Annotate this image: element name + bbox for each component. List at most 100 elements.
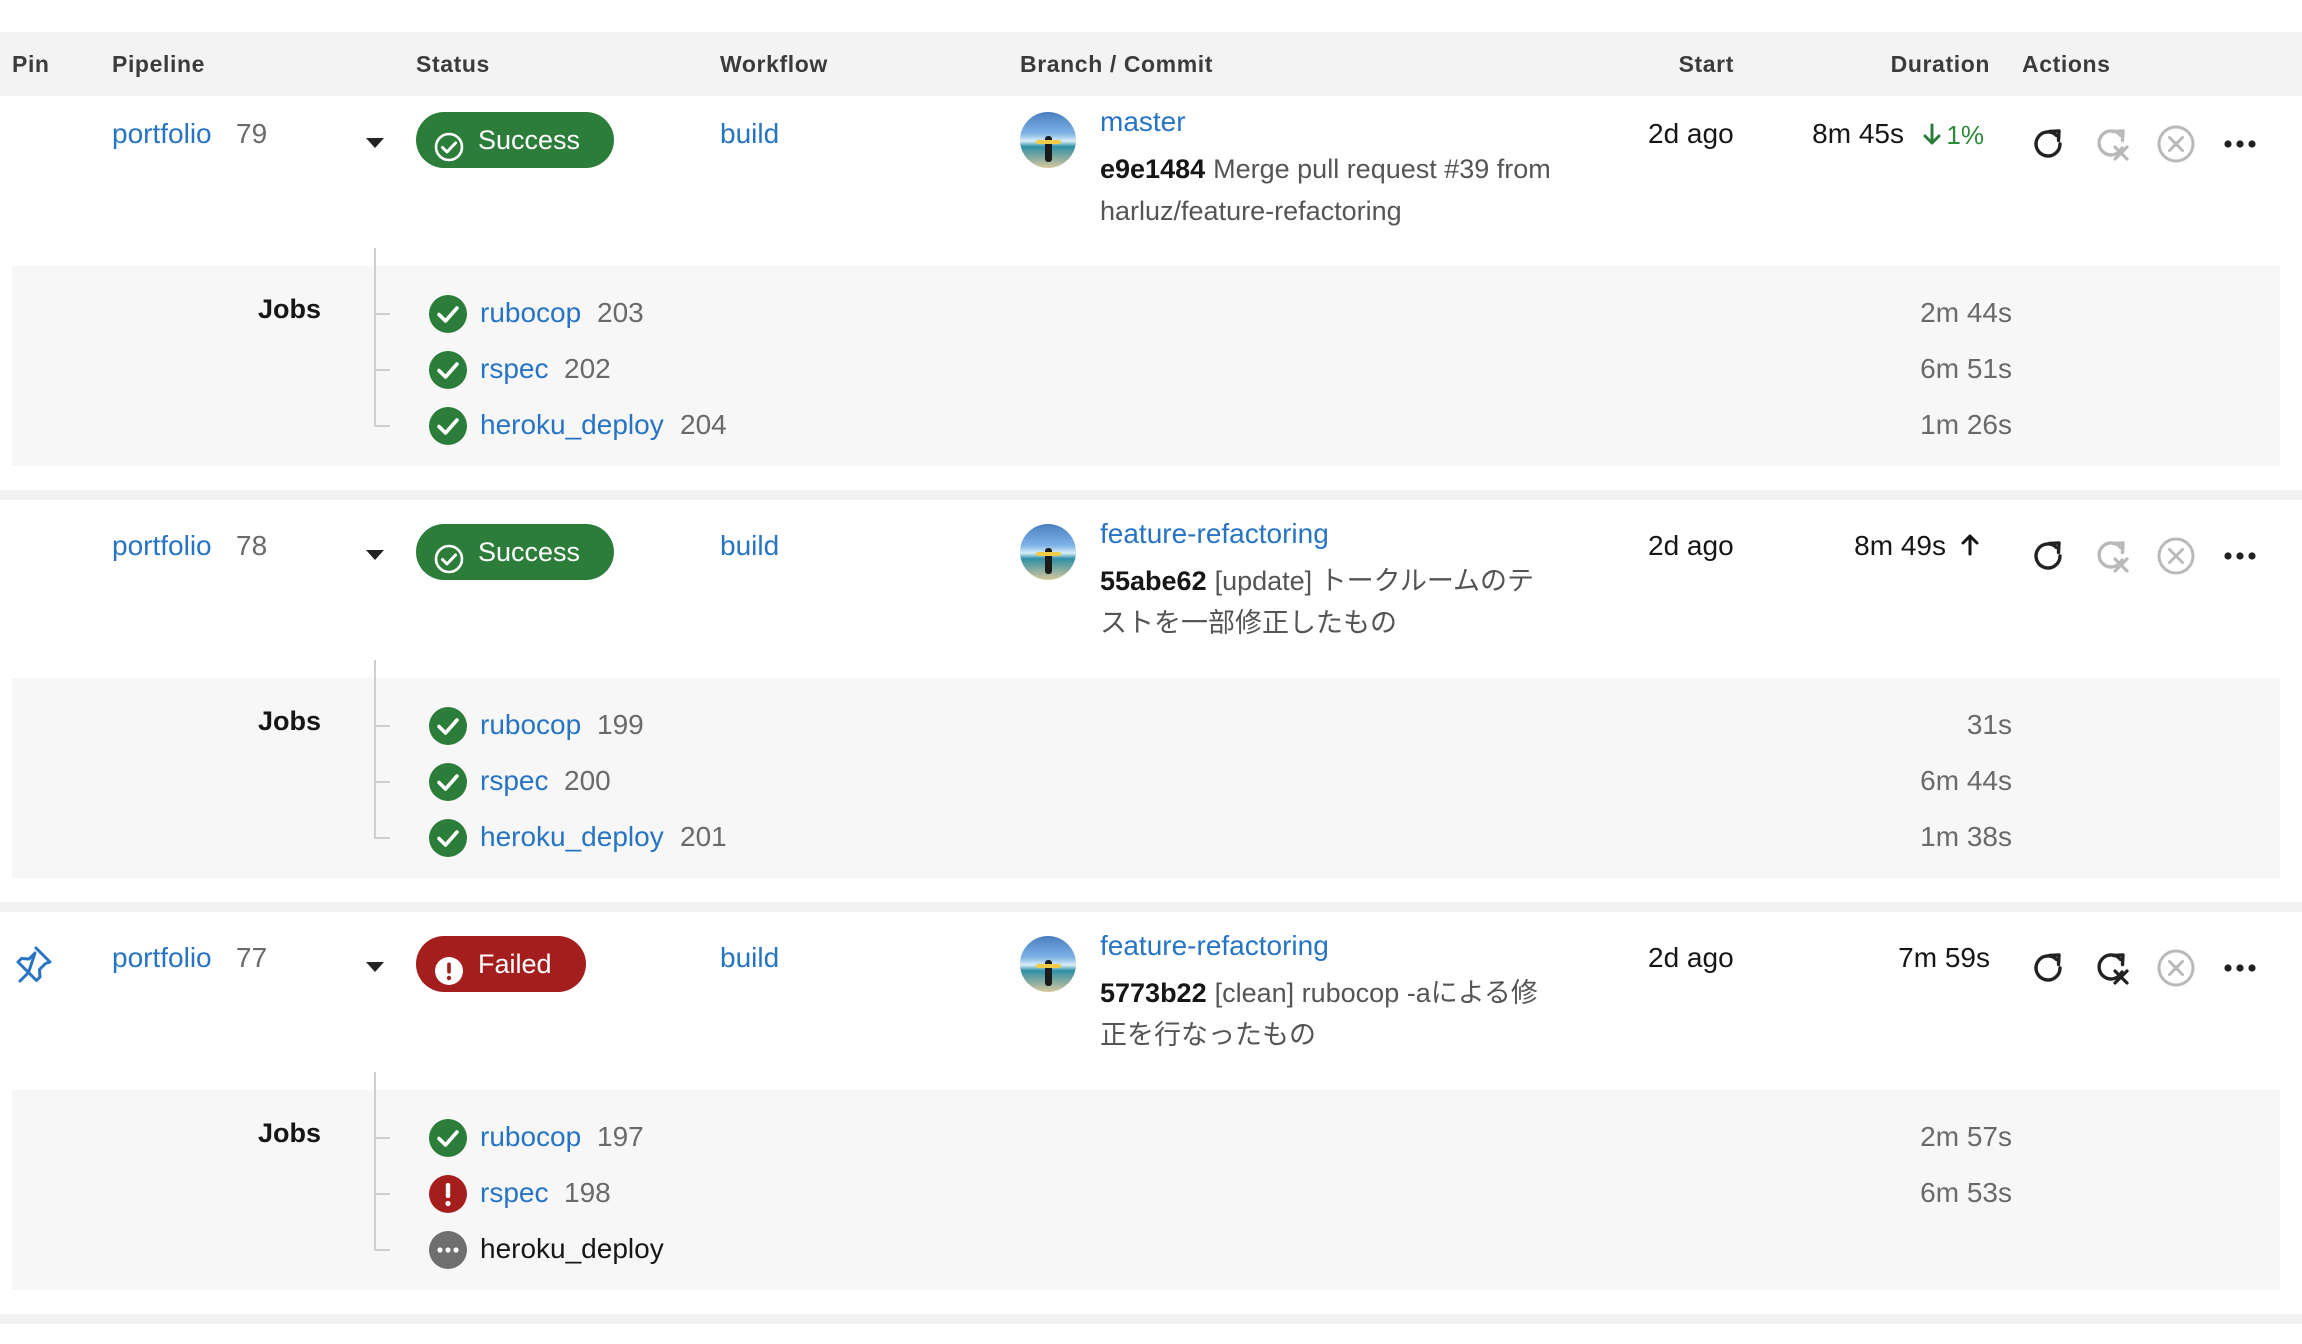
branch-link[interactable]: feature-refactoring (1100, 518, 1329, 550)
avatar (1020, 112, 1076, 168)
job-tree-branch (374, 781, 390, 783)
status-label: Success (478, 125, 581, 155)
cancel-icon[interactable] (2154, 534, 2198, 578)
job-name[interactable]: rubocop (480, 1121, 581, 1153)
check-circle-icon (428, 1118, 468, 1158)
more-icon[interactable] (2218, 534, 2262, 578)
pipeline-project-link[interactable]: portfolio (112, 942, 212, 974)
row-divider (0, 902, 2302, 912)
more-icon[interactable] (2218, 946, 2262, 990)
duration-change: 1% (1922, 120, 1984, 154)
branch-link[interactable]: master (1100, 106, 1186, 138)
not-run-icon (428, 1230, 468, 1270)
pipeline-project-link[interactable]: portfolio (112, 530, 212, 562)
duration: 8m 49s (1854, 530, 1946, 561)
pipeline-summary: portfolio 78 Success build feature-refactori… (0, 508, 2302, 678)
start-time: 2d ago (1648, 942, 1734, 973)
cancel-icon[interactable] (2154, 946, 2198, 990)
job-duration: 6m 51s (1920, 353, 2012, 384)
job-number: 200 (564, 765, 611, 796)
workflow-link[interactable]: build (720, 942, 779, 974)
job-number: 201 (680, 821, 727, 852)
job-tree-branch (374, 1249, 390, 1251)
jobs-panel: Jobs rubocop 199 31s rspec 200 6m 44s heroku_de… (12, 660, 2280, 878)
rerun-icon[interactable] (2026, 122, 2070, 166)
table-header: Pin Pipeline Status Workflow Branch / Co… (0, 32, 2302, 97)
more-icon[interactable] (2218, 122, 2262, 166)
job-name[interactable]: heroku_deploy (480, 821, 664, 853)
chevron-down-icon[interactable] (366, 550, 384, 560)
commit-sha[interactable]: e9e1484 (1100, 154, 1205, 184)
start-time: 2d ago (1648, 118, 1734, 149)
commit-sha[interactable]: 5773b22 (1100, 978, 1207, 1008)
job-number: 197 (597, 1121, 644, 1152)
arrow-down-icon (1922, 123, 1942, 154)
header-status: Status (416, 51, 490, 77)
job-name[interactable]: rubocop (480, 297, 581, 329)
pipeline-project-link[interactable]: portfolio (112, 118, 212, 150)
commit-sha[interactable]: 55abe62 (1100, 566, 1207, 596)
header-workflow: Workflow (720, 51, 828, 77)
job-tree-branch (374, 725, 390, 727)
header-branch-commit: Branch / Commit (1020, 51, 1214, 77)
job-name[interactable]: rspec (480, 765, 548, 797)
job-duration: 2m 44s (1920, 297, 2012, 328)
cancel-icon[interactable] (2154, 122, 2198, 166)
job-name: heroku_deploy (480, 1233, 664, 1264)
job-duration: 6m 44s (1920, 765, 2012, 796)
job-tree-branch (374, 313, 390, 315)
pipelines-page: Pin Pipeline Status Workflow Branch / Co… (0, 0, 2302, 1344)
workflow-link[interactable]: build (720, 118, 779, 150)
alert-circle-icon (428, 1174, 468, 1214)
header-pipeline: Pipeline (112, 51, 205, 77)
row-divider (0, 490, 2302, 500)
chevron-down-icon[interactable] (366, 138, 384, 148)
status-badge[interactable]: Failed (416, 936, 586, 992)
job-number: 198 (564, 1177, 611, 1208)
job-name[interactable]: rubocop (480, 709, 581, 741)
status-label: Failed (478, 949, 552, 979)
job-number: 203 (597, 297, 644, 328)
job-tree-branch (374, 1137, 390, 1139)
check-circle-icon (428, 406, 468, 446)
check-circle-icon (428, 350, 468, 390)
rerun-icon[interactable] (2026, 534, 2070, 578)
row-divider (0, 1314, 2302, 1324)
rerun-failed-icon[interactable] (2090, 946, 2134, 990)
pipeline-number: 77 (236, 942, 268, 973)
job-name[interactable]: rspec (480, 353, 548, 385)
pipeline-row: portfolio 79 Success build master e9e1484 Merg… (0, 96, 2302, 508)
job-tree-branch (374, 1193, 390, 1195)
job-tree-branch (374, 369, 390, 371)
job-name[interactable]: heroku_deploy (480, 409, 664, 441)
header-pin: Pin (12, 51, 50, 77)
rerun-failed-icon[interactable] (2090, 122, 2134, 166)
status-badge[interactable]: Success (416, 524, 615, 580)
job-number: 204 (680, 409, 727, 440)
job-number: 202 (564, 353, 611, 384)
job-duration: 1m 38s (1920, 821, 2012, 852)
duration: 7m 59s (1898, 942, 1990, 973)
job-name[interactable]: rspec (480, 1177, 548, 1209)
job-tree-branch (374, 837, 390, 839)
chevron-down-icon[interactable] (366, 962, 384, 972)
commit-info: 55abe62 [update] トークルームのテストを一部修正したもの (1100, 560, 1560, 644)
arrow-up-icon (1960, 532, 1980, 563)
rerun-icon[interactable] (2026, 946, 2070, 990)
pipeline-number: 79 (236, 118, 268, 149)
branch-link[interactable]: feature-refactoring (1100, 930, 1329, 962)
jobs-label: Jobs (258, 706, 322, 736)
rerun-failed-icon[interactable] (2090, 534, 2134, 578)
avatar-figure-arms (1036, 140, 1061, 144)
jobs-panel: Jobs rubocop 203 2m 44s rspec 202 6m 51s heroku… (12, 248, 2280, 466)
duration-change-value: 1% (1946, 120, 1984, 150)
pin-icon[interactable] (14, 944, 54, 984)
jobs-label: Jobs (258, 1118, 322, 1148)
job-duration: 2m 57s (1920, 1121, 2012, 1152)
workflow-link[interactable]: build (720, 530, 779, 562)
pipeline-row: portfolio 78 Success build feature-refactori… (0, 508, 2302, 920)
status-badge[interactable]: Success (416, 112, 615, 168)
pipeline-summary: portfolio 79 Success build master e9e1484 Merg… (0, 96, 2302, 266)
job-duration: 6m 53s (1920, 1177, 2012, 1208)
check-circle-icon (428, 294, 468, 334)
